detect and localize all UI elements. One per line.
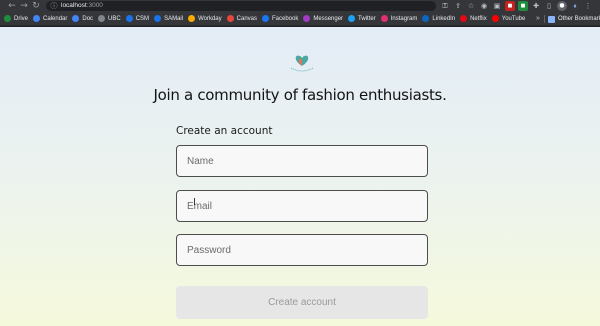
extension-color-icon[interactable]: ◉ bbox=[479, 1, 489, 11]
bookmark-label: Netflix bbox=[470, 15, 487, 22]
messenger-icon bbox=[303, 15, 311, 22]
bookmark-netflix[interactable]: Netflix bbox=[460, 12, 487, 26]
page-headline: Join a community of fashion enthusiasts. bbox=[153, 86, 447, 104]
bookmark-label: Calendar bbox=[43, 15, 68, 22]
samail-icon bbox=[154, 15, 162, 22]
twitter-icon bbox=[348, 15, 356, 22]
url-host: localhost bbox=[61, 2, 87, 9]
ubc-icon bbox=[98, 15, 106, 22]
bookmark-youtube[interactable]: YouTube bbox=[491, 12, 526, 26]
bookmark-label: Twitter bbox=[358, 15, 376, 22]
workday-icon bbox=[188, 15, 196, 22]
extension-tab-icon[interactable]: ▣ bbox=[492, 1, 502, 11]
bookmark-label: YouTube bbox=[501, 15, 526, 22]
profile-avatar-icon[interactable]: ● bbox=[557, 1, 567, 11]
share-icon[interactable]: ⇪ bbox=[453, 1, 463, 11]
drive-icon bbox=[4, 15, 11, 22]
bookmark-label: Canvas bbox=[236, 15, 257, 22]
bookmark-twitter[interactable]: Twitter bbox=[348, 12, 376, 26]
bookmarks-bar: Drive Calendar Doc UBC CSM SAMail Workday Canva… bbox=[0, 12, 600, 26]
bookmark-workday[interactable]: Workday bbox=[188, 12, 222, 26]
more-bookmarks-chevron[interactable]: » bbox=[536, 12, 540, 26]
key-icon[interactable]: ⚿ bbox=[440, 1, 450, 11]
bookmark-samail[interactable]: SAMail bbox=[154, 12, 183, 26]
instagram-icon bbox=[380, 15, 388, 22]
bookmarks-separator bbox=[544, 15, 545, 23]
name-input[interactable] bbox=[176, 145, 428, 177]
bookmark-ubc[interactable]: UBC bbox=[98, 12, 121, 26]
csm-icon bbox=[125, 15, 133, 22]
signup-page: Join a community of fashion enthusiasts.… bbox=[0, 27, 600, 326]
reload-icon[interactable]: ↻ bbox=[30, 0, 42, 12]
linkedin-icon bbox=[422, 15, 430, 22]
bookmark-csm[interactable]: CSM bbox=[125, 12, 150, 26]
bookmark-label: SAMail bbox=[164, 15, 184, 22]
bookmark-instagram[interactable]: Instagram bbox=[380, 12, 418, 26]
bookmark-label: Facebook bbox=[272, 15, 299, 22]
folder-icon bbox=[548, 15, 555, 23]
bookmark-label: CSM bbox=[135, 15, 150, 22]
other-bookmarks-label: Other Bookmarks bbox=[558, 16, 600, 22]
netflix-icon bbox=[460, 15, 468, 22]
site-info-icon[interactable]: ⓘ bbox=[49, 1, 59, 11]
bookmark-label: Workday bbox=[198, 15, 222, 22]
bookmark-label: Doc bbox=[82, 15, 94, 22]
youtube-icon bbox=[491, 15, 499, 22]
doc-icon bbox=[72, 15, 80, 22]
sidebar-icon[interactable]: ▯ bbox=[544, 1, 554, 11]
bookmark-label: UBC bbox=[108, 15, 121, 22]
canvas-icon bbox=[226, 15, 234, 22]
puzzle-icon[interactable]: ✚ bbox=[531, 1, 541, 11]
address-bar[interactable]: ⓘ localhost:3000 bbox=[46, 1, 436, 11]
bookmark-label: LinkedIn bbox=[432, 15, 456, 22]
bookmark-linkedin[interactable]: LinkedIn bbox=[422, 12, 455, 26]
toolbar-actions: ⚿ ⇪ ☆ ◉ ▣ ■ ■ ✚ ▯ ● ⏸ ⋮ bbox=[440, 0, 593, 12]
form-title: Create an account bbox=[176, 125, 273, 137]
star-icon[interactable]: ☆ bbox=[466, 1, 476, 11]
url-port: :3000 bbox=[86, 2, 103, 9]
url-text: localhost:3000 bbox=[61, 1, 103, 11]
bookmark-facebook[interactable]: Facebook bbox=[262, 12, 298, 26]
calendar-icon bbox=[33, 15, 41, 22]
menu-kebab-icon[interactable]: ⋮ bbox=[583, 1, 593, 11]
other-bookmarks[interactable]: Other Bookmarks bbox=[548, 12, 600, 26]
password-input[interactable] bbox=[176, 234, 428, 266]
bookmark-messenger[interactable]: Messenger bbox=[303, 12, 343, 26]
bookmark-doc[interactable]: Doc bbox=[72, 12, 93, 26]
bookmark-label: Messenger bbox=[313, 15, 344, 22]
bookmark-canvas[interactable]: Canvas bbox=[226, 12, 257, 26]
bookmark-label: Drive bbox=[14, 15, 29, 22]
facebook-icon bbox=[262, 15, 269, 22]
email-input[interactable] bbox=[176, 190, 428, 222]
bookmark-drive[interactable]: Drive bbox=[4, 12, 28, 26]
extension-red-icon[interactable]: ■ bbox=[505, 1, 515, 11]
brand-logo-icon bbox=[290, 55, 314, 72]
back-arrow-icon[interactable]: ← bbox=[6, 0, 18, 12]
pause-icon[interactable]: ⏸ bbox=[570, 1, 580, 11]
forward-arrow-icon[interactable]: → bbox=[18, 0, 30, 12]
bookmark-calendar[interactable]: Calendar bbox=[33, 12, 67, 26]
browser-toolbar: ← → ↻ ⓘ localhost:3000 ⚿ ⇪ ☆ ◉ ▣ ■ ■ ✚ ▯… bbox=[0, 0, 600, 12]
extension-green-icon[interactable]: ■ bbox=[518, 1, 528, 11]
create-account-button[interactable]: Create account bbox=[176, 286, 428, 319]
bookmark-label: Instagram bbox=[390, 15, 418, 22]
